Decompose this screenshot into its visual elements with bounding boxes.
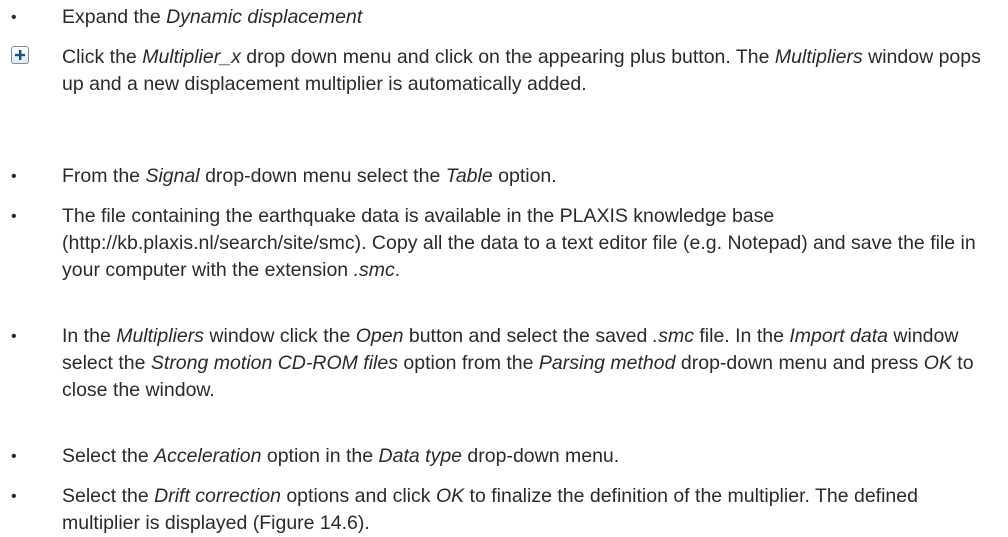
- emphasis-text: Drift correction: [154, 485, 281, 507]
- emphasis-text: Multiplier_x: [142, 46, 241, 68]
- emphasis-text: Data type: [378, 445, 463, 467]
- emphasis-text: OK: [435, 485, 465, 507]
- emphasis-text: Parsing method: [538, 352, 676, 374]
- step-text: Select the Acceleration option in the Da…: [62, 443, 982, 470]
- step-text: From the Signal drop-down menu select th…: [62, 163, 982, 190]
- emphasis-text: Multipliers: [116, 325, 204, 347]
- bullet: •: [11, 448, 17, 465]
- emphasis-text: .smc: [652, 325, 694, 347]
- step-text-segment: button and select the saved: [403, 325, 653, 347]
- step-text: Expand the Dynamic displacement: [62, 4, 982, 31]
- bullet: •: [11, 328, 17, 345]
- step-text-segment: drop-down menu select the: [199, 165, 446, 187]
- bullet: •: [11, 208, 17, 225]
- step-text-segment: Expand the: [62, 6, 167, 28]
- step-text: Click the Multiplier_x drop down menu an…: [62, 44, 982, 98]
- step-text-segment: drop down menu and click on the appearin…: [240, 46, 775, 68]
- emphasis-text: Import data: [789, 325, 888, 347]
- step-text-segment: Click the: [62, 46, 143, 68]
- instruction-list: • Expand the Dynamic displacement Click …: [0, 0, 1008, 534]
- emphasis-text: Acceleration: [154, 445, 262, 467]
- step-text-segment: option.: [492, 165, 557, 187]
- step-text-segment: Select the: [62, 485, 155, 507]
- step-text-segment: The file containing the earthquake data …: [62, 205, 976, 281]
- step-text: In the Multipliers window click the Open…: [62, 323, 982, 404]
- bullet: •: [11, 488, 17, 505]
- step-text-segment: .: [394, 259, 401, 281]
- emphasis-text: OK: [923, 352, 952, 374]
- bullet: •: [11, 168, 17, 185]
- step-text-segment: In the: [62, 325, 117, 347]
- step-text-segment: option in the: [261, 445, 379, 467]
- step-text-segment: Select the: [62, 445, 155, 467]
- step-text-segment: From the: [62, 165, 146, 187]
- emphasis-text: Signal: [145, 165, 200, 187]
- emphasis-text: Table: [445, 165, 493, 187]
- step-text-segment: option from the: [397, 352, 539, 374]
- step-text-segment: file. In the: [693, 325, 790, 347]
- step-text-segment: drop-down menu.: [462, 445, 620, 467]
- step-text: Select the Drift correction options and …: [62, 483, 982, 537]
- step-text: The file containing the earthquake data …: [62, 203, 982, 284]
- bullet: •: [11, 9, 17, 26]
- emphasis-text: Dynamic displacement: [166, 6, 363, 28]
- emphasis-text: Open: [355, 325, 404, 347]
- emphasis-text: Strong motion CD-ROM files: [150, 352, 398, 374]
- step-text-segment: drop-down menu and press: [675, 352, 924, 374]
- emphasis-text: Multipliers: [774, 46, 863, 68]
- plus-icon: [11, 46, 29, 64]
- step-text-segment: options and click: [280, 485, 436, 507]
- emphasis-text: .smc: [353, 259, 395, 281]
- step-text-segment: window click the: [204, 325, 356, 347]
